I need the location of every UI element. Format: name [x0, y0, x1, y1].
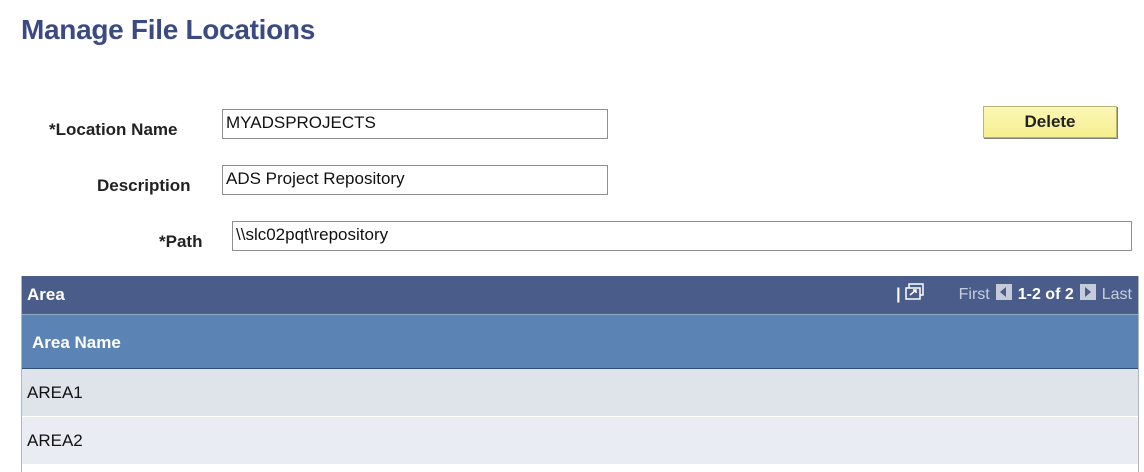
grid-title: Area	[27, 285, 65, 304]
page-count: 1-2 of 2	[1017, 286, 1074, 303]
area-name-cell: AREA1	[27, 383, 83, 402]
next-arrow-icon[interactable]	[1079, 284, 1096, 300]
path-label: *Path	[159, 232, 203, 251]
column-header-area-name[interactable]: Area Name	[22, 314, 1138, 369]
nav-separator: |	[896, 286, 901, 303]
description-input[interactable]: ADS Project Repository	[222, 165, 608, 195]
area-name-cell: AREA2	[27, 431, 83, 450]
first-link[interactable]: First	[959, 286, 990, 304]
area-grid: Area | First 1-2 of 2 Last Area Name ARE…	[21, 276, 1139, 472]
table-row[interactable]: AREA2	[22, 417, 1138, 465]
column-header-label: Area Name	[32, 333, 121, 352]
description-label: Description	[97, 176, 191, 195]
location-name-input[interactable]: MYADSPROJECTS	[222, 109, 608, 139]
grid-header: Area | First 1-2 of 2 Last	[22, 276, 1138, 314]
page-title: Manage File Locations	[21, 14, 315, 45]
previous-arrow-icon[interactable]	[995, 284, 1012, 300]
grid-navigation: | First 1-2 of 2 Last	[896, 276, 1132, 314]
delete-button[interactable]: Delete	[983, 106, 1117, 138]
path-input[interactable]: \\slc02pqt\repository	[232, 221, 1132, 251]
view-all-icon[interactable]	[904, 283, 925, 301]
table-row[interactable]: AREA1	[22, 369, 1138, 417]
last-link[interactable]: Last	[1102, 286, 1132, 304]
location-name-label: *Location Name	[49, 120, 178, 139]
